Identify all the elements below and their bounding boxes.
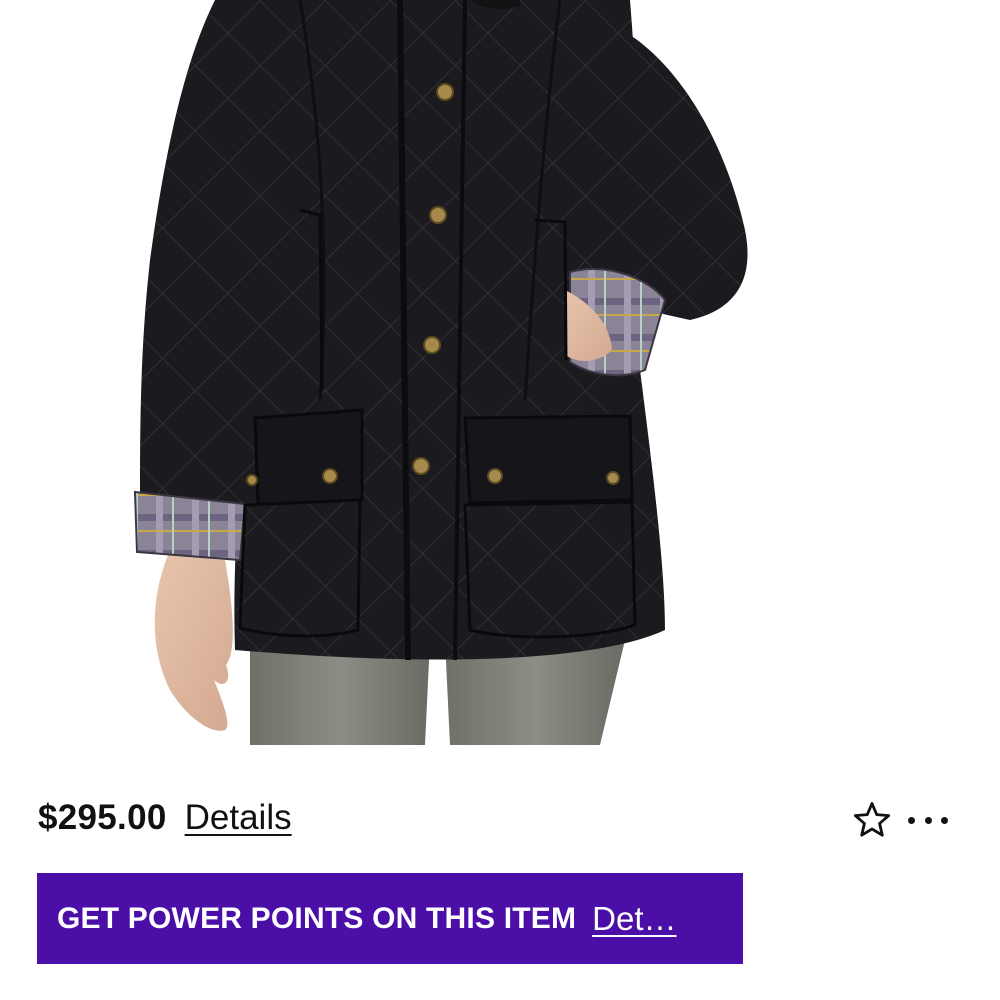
product-image[interactable] <box>0 0 1000 745</box>
power-points-details-link[interactable]: Det… <box>592 900 676 938</box>
product-price: $295.00 <box>38 798 167 837</box>
power-points-banner[interactable]: GET POWER POINTS ON THIS ITEM Det… <box>37 873 743 964</box>
power-points-text: GET POWER POINTS ON THIS ITEM <box>57 901 577 935</box>
more-dot <box>941 816 948 824</box>
product-actions <box>852 798 948 842</box>
more-dot <box>908 816 915 824</box>
details-link[interactable]: Details <box>185 798 292 838</box>
more-horizontal-icon[interactable] <box>908 814 948 826</box>
price-row: $295.00 Details <box>38 796 292 840</box>
product-page: $295.00 Details GET POWER POINTS ON THIS… <box>0 0 1000 1000</box>
star-outline-icon[interactable] <box>852 800 892 840</box>
more-dot <box>924 816 932 824</box>
